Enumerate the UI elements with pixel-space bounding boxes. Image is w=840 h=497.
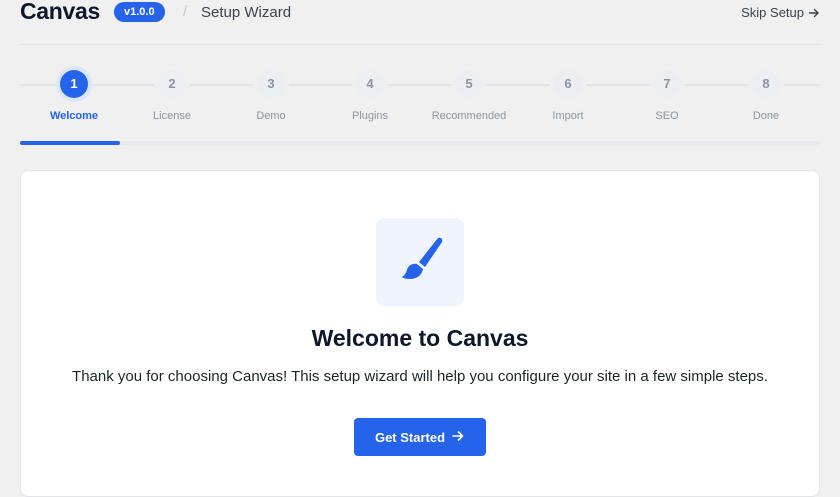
get-started-button[interactable]: Get Started [354,418,486,456]
get-started-label: Get Started [374,429,446,445]
step-label: License [153,110,191,122]
step-label: Recommended [431,110,507,122]
step-number: 6 [554,70,582,98]
step-label: Import [552,110,584,122]
step-label: Plugins [351,110,389,122]
step-number: 7 [653,70,681,98]
step-license[interactable]: 2 License [122,60,222,122]
step-demo[interactable]: 3 Demo [221,60,321,122]
step-number: 4 [356,70,384,98]
top-bar: Canvas v1.0.0 / Setup Wizard Skip Setup [20,0,820,45]
step-number: 8 [752,70,780,98]
step-number: 1 [60,70,88,98]
welcome-heading: Welcome to Canvas [311,325,529,351]
arrow-right-icon [451,429,465,446]
paintbrush-icon [394,234,446,291]
arrow-right-icon [808,7,820,19]
step-plugins[interactable]: 4 Plugins [320,60,420,122]
step-welcome[interactable]: 1 Welcome [24,60,124,122]
skip-setup-link[interactable]: Skip Setup [741,5,820,20]
version-badge: v1.0.0 [114,2,165,22]
icon-tile [376,218,464,306]
step-number: 3 [257,70,285,98]
step-label: Demo [256,110,286,122]
step-label: Done [752,110,780,122]
skip-setup-label: Skip Setup [741,5,804,20]
step-done[interactable]: 8 Done [716,60,816,122]
step-label: SEO [655,110,679,122]
step-label: Welcome [49,110,99,122]
wizard-steps: 1 Welcome 2 License 3 Demo 4 Plugins 5 R… [20,60,820,146]
step-number: 2 [158,70,186,98]
progress-bar [20,141,820,145]
welcome-card: Welcome to Canvas Thank you for choosing… [20,170,820,497]
step-number: 5 [455,70,483,98]
brand-logo: Canvas [20,0,101,24]
step-seo[interactable]: 7 SEO [617,60,717,122]
progress-fill [20,141,120,145]
welcome-description: Thank you for choosing Canvas! This setu… [72,368,768,385]
step-recommended[interactable]: 5 Recommended [419,60,519,122]
breadcrumb-separator: / [183,3,188,20]
step-import[interactable]: 6 Import [518,60,618,122]
page-title: Setup Wizard [201,4,292,21]
